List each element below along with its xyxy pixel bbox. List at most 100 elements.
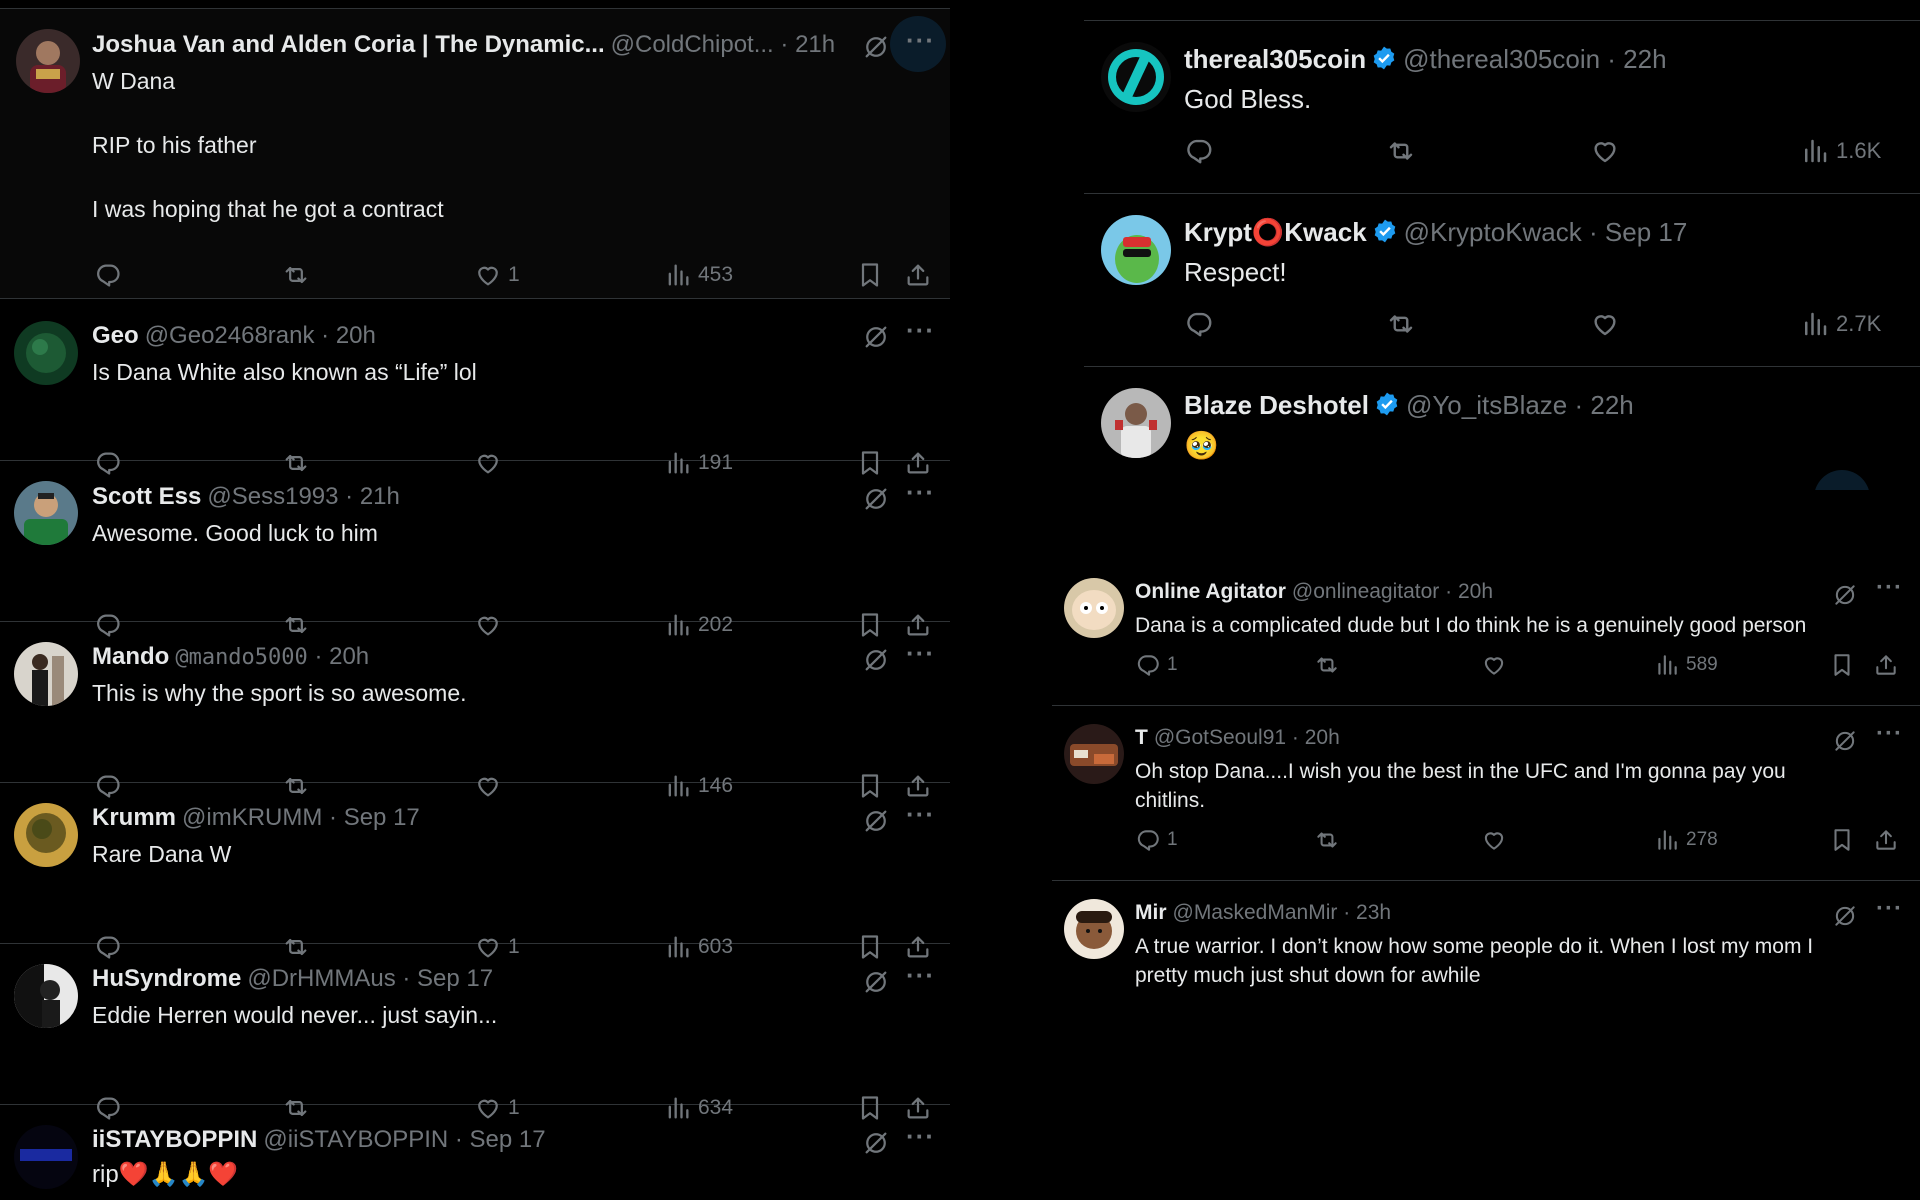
handle[interactable]: @GotSeoul91 [1154, 726, 1286, 749]
display-name[interactable]: thereal305coin [1184, 44, 1366, 74]
like-button[interactable] [1590, 136, 1620, 166]
bookmark-button[interactable] [856, 261, 884, 289]
grok-button[interactable] [1832, 903, 1858, 934]
timestamp[interactable]: · 21h [780, 31, 835, 58]
reply-tweet[interactable]: Blaze Deshotel @Yo_itsBlaze · 22h 🥹 [1084, 367, 1920, 490]
like-button[interactable] [1481, 652, 1507, 678]
handle[interactable]: @DrHMMAus [247, 965, 395, 992]
handle[interactable]: @imKRUMM [182, 804, 322, 831]
reply-tweet[interactable]: thereal305coin @thereal305coin · 22h God … [1084, 21, 1920, 194]
reply-tweet[interactable]: Joshua Van and Alden Coria | The Dynamic… [0, 9, 950, 299]
reply-tweet[interactable]: iiSTAYBOPPIN @iiSTAYBOPPIN · Sep 17 rip❤️… [0, 1105, 950, 1200]
reply-tweet[interactable]: Krumm @imKRUMM · Sep 17 Rare Dana W ··· 1 6… [0, 783, 950, 959]
grok-button[interactable] [862, 646, 890, 679]
more-icon[interactable]: ··· [906, 25, 935, 56]
more-icon[interactable]: ··· [1876, 574, 1903, 602]
views-button[interactable]: 2.7K [1800, 309, 1881, 339]
display-name[interactable]: Scott Ess [92, 483, 201, 510]
handle[interactable]: @Yo_itsBlaze [1406, 390, 1567, 420]
avatar[interactable] [14, 964, 78, 1028]
retweet-button[interactable] [1386, 309, 1416, 339]
more-icon[interactable]: ··· [906, 315, 935, 346]
timestamp[interactable]: · 20h [321, 322, 376, 349]
timestamp[interactable]: · Sep 17 [402, 965, 493, 992]
more-icon[interactable]: ··· [906, 1121, 935, 1152]
handle[interactable]: @Sess1993 [207, 483, 338, 510]
like-button[interactable] [1590, 309, 1620, 339]
more-icon[interactable]: ··· [1876, 895, 1903, 923]
retweet-button[interactable] [1386, 136, 1416, 166]
timestamp[interactable]: · Sep 17 [1589, 217, 1687, 247]
timestamp[interactable]: · 20h [1445, 580, 1493, 603]
avatar[interactable] [14, 481, 78, 545]
avatar[interactable] [14, 642, 78, 706]
views-button[interactable]: 453 [664, 261, 733, 289]
bookmark-button[interactable] [1829, 827, 1855, 853]
avatar[interactable] [1101, 42, 1171, 112]
display-name[interactable]: HuSyndrome [92, 965, 241, 992]
handle[interactable]: @mando5000 [175, 645, 307, 670]
reply-tweet[interactable]: Mir @MaskedManMir · 23h A true warrior. I… [1052, 881, 1920, 1000]
more-icon[interactable]: ··· [906, 960, 935, 991]
grok-button[interactable] [862, 807, 890, 840]
retweet-button[interactable] [1314, 827, 1340, 853]
avatar[interactable] [14, 1125, 78, 1189]
avatar[interactable] [1064, 578, 1124, 638]
more-icon[interactable]: ··· [906, 477, 935, 508]
timestamp[interactable]: · Sep 17 [329, 804, 420, 831]
handle[interactable]: @onlineagitator [1292, 580, 1439, 603]
avatar[interactable] [1101, 388, 1171, 458]
share-button[interactable] [1873, 827, 1899, 853]
like-button[interactable] [1481, 827, 1507, 853]
retweet-button[interactable] [1314, 652, 1340, 678]
retweet-button[interactable] [282, 261, 310, 289]
timestamp[interactable]: · 22h [1607, 44, 1666, 74]
reply-tweet[interactable]: T @GotSeoul91 · 20h Oh stop Dana....I wis… [1052, 706, 1920, 881]
more-icon[interactable]: ··· [1876, 720, 1903, 748]
display-name[interactable]: Mando [92, 643, 169, 670]
handle[interactable]: @iiSTAYBOPPIN [263, 1126, 448, 1153]
reply-button[interactable]: 1 [1135, 827, 1178, 853]
grok-button[interactable] [862, 968, 890, 1001]
display-name[interactable]: T [1135, 726, 1148, 749]
grok-button[interactable] [862, 33, 890, 66]
display-name[interactable]: Geo [92, 322, 139, 349]
grok-button[interactable] [1832, 728, 1858, 759]
handle[interactable]: @Geo2468rank [145, 322, 315, 349]
handle[interactable]: @KryptoKwack [1404, 217, 1582, 247]
avatar[interactable] [16, 29, 80, 93]
reply-button[interactable] [94, 261, 122, 289]
display-name[interactable]: Joshua Van and Alden Coria | The Dynamic… [92, 31, 605, 58]
reply-tweet[interactable]: Online Agitator @onlineagitator · 20h Dan… [1052, 560, 1920, 706]
more-icon[interactable]: ··· [906, 638, 935, 669]
reply-tweet[interactable]: Krypt⭕Kwack @KryptoKwack · Sep 17 Respect… [1084, 194, 1920, 367]
views-button[interactable]: 278 [1654, 827, 1718, 853]
handle[interactable]: @ColdChipot... [611, 31, 774, 58]
views-button[interactable]: 589 [1654, 652, 1718, 678]
more-icon[interactable]: ··· [906, 799, 935, 830]
reply-button[interactable]: 1 [1135, 652, 1178, 678]
reply-tweet[interactable]: HuSyndrome @DrHMMAus · Sep 17 Eddie Herre… [0, 944, 950, 1120]
grok-button[interactable] [1832, 582, 1858, 613]
reply-tweet[interactable]: Mando @mando5000 · 20h This is why the sp… [0, 622, 950, 798]
handle[interactable]: @thereal305coin [1403, 44, 1600, 74]
avatar[interactable] [14, 321, 78, 385]
like-button[interactable]: 1 [474, 261, 520, 289]
grok-button[interactable] [862, 323, 890, 356]
timestamp[interactable]: · Sep 17 [455, 1126, 546, 1153]
views-button[interactable]: 1.6K [1800, 136, 1881, 166]
grok-button[interactable] [862, 485, 890, 518]
reply-button[interactable] [1184, 136, 1214, 166]
display-name[interactable]: Krumm [92, 804, 176, 831]
timestamp[interactable]: · 20h [1292, 726, 1340, 749]
display-name[interactable]: Blaze Deshotel [1184, 390, 1369, 420]
share-button[interactable] [1873, 652, 1899, 678]
reply-tweet[interactable]: Scott Ess @Sess1993 · 21h Awesome. Good l… [0, 461, 950, 637]
timestamp[interactable]: · 23h [1343, 901, 1391, 924]
avatar[interactable] [1101, 215, 1171, 285]
timestamp[interactable]: · 20h [314, 643, 369, 670]
display-name[interactable]: Online Agitator [1135, 580, 1286, 603]
bookmark-button[interactable] [1829, 652, 1855, 678]
handle[interactable]: @MaskedManMir [1173, 901, 1338, 924]
grok-button[interactable] [862, 1129, 890, 1162]
